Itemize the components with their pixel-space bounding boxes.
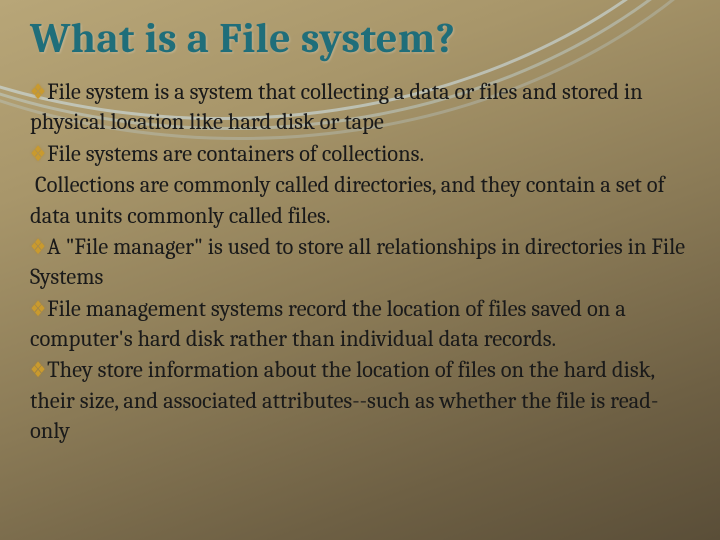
- bullet-text: A "File manager" is used to store all re…: [30, 234, 685, 290]
- bullet-text: They store information about the locatio…: [30, 357, 658, 444]
- bullet-item: ❖File systems are containers of collecti…: [30, 139, 690, 169]
- diamond-bullet-icon: ❖: [30, 140, 46, 169]
- bullet-item: ❖They store information about the locati…: [30, 355, 690, 446]
- bullet-item: ❖File management systems record the loca…: [30, 294, 690, 355]
- bullet-item: ❖File system is a system that collecting…: [30, 77, 690, 138]
- diamond-bullet-icon: ❖: [30, 295, 46, 324]
- bullet-item: ❖A "File manager" is used to store all r…: [30, 232, 690, 293]
- slide-body: ❖File system is a system that collecting…: [30, 77, 690, 447]
- bullet-text: File management systems record the locat…: [30, 296, 626, 352]
- bullet-text: File system is a system that collecting …: [30, 79, 643, 135]
- bullet-continuation: Collections are commonly called director…: [30, 170, 690, 231]
- slide-title: What is a File system?: [30, 14, 690, 63]
- bullet-text: Collections are commonly called director…: [30, 172, 665, 228]
- diamond-bullet-icon: ❖: [30, 233, 46, 262]
- slide-content: What is a File system? ❖File system is a…: [0, 0, 720, 540]
- bullet-text: File systems are containers of collectio…: [47, 141, 424, 167]
- diamond-bullet-icon: ❖: [30, 357, 46, 386]
- diamond-bullet-icon: ❖: [30, 79, 46, 108]
